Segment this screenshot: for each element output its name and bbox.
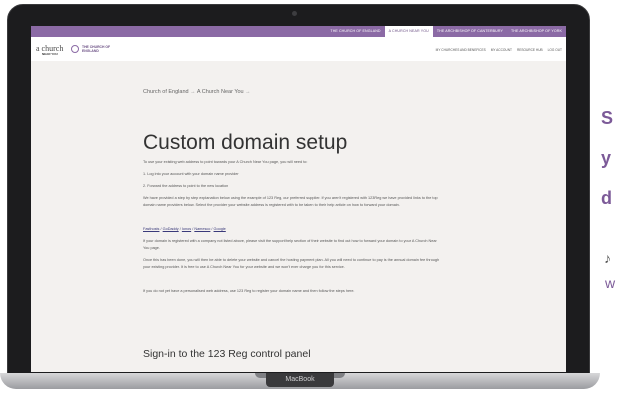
step-2: 2. Forward the address to point to the n… bbox=[143, 184, 229, 188]
provider-link[interactable]: Fasthosts bbox=[143, 227, 159, 231]
page-title: Custom domain setup bbox=[143, 131, 348, 154]
promo-line: y bbox=[601, 148, 612, 168]
unlisted-provider-paragraph: If your domain is registered with a comp… bbox=[143, 239, 437, 250]
provider-link[interactable]: Google bbox=[214, 227, 226, 231]
provider-link[interactable]: GoDaddy bbox=[163, 227, 179, 231]
top-tab[interactable]: A CHURCH NEAR YOU bbox=[384, 26, 433, 37]
explanation-paragraph: We have provided a step by step explanat… bbox=[143, 196, 438, 207]
promo-small-text: w bbox=[605, 275, 616, 291]
top-tab[interactable]: THE ARCHBISHOP OF YORK bbox=[507, 26, 566, 37]
top-navigation: THE CHURCH OF ENGLAND A CHURCH NEAR YOU TH… bbox=[31, 26, 566, 37]
step-1: 1. Log into your account with your domai… bbox=[143, 172, 239, 176]
camera-dot bbox=[292, 11, 297, 16]
breadcrumb-item[interactable]: A Church Near You bbox=[197, 89, 244, 95]
achurch-logo[interactable]: a church NEAR YOU bbox=[36, 44, 63, 56]
provider-link[interactable]: Ionos bbox=[182, 227, 191, 231]
laptop-screen: THE CHURCH OF ENGLAND A CHURCH NEAR YOU TH… bbox=[31, 26, 566, 372]
header-link[interactable]: RESOURCE HUB bbox=[517, 48, 543, 52]
provider-link[interactable]: Namesco bbox=[194, 227, 210, 231]
laptop-lid: THE CHURCH OF ENGLAND A CHURCH NEAR YOU TH… bbox=[7, 4, 590, 378]
coe-logo-text[interactable]: THE CHURCH OF ENGLAND bbox=[82, 45, 122, 53]
top-tab[interactable]: THE ARCHBISHOP OF CANTERBURY bbox=[433, 26, 507, 37]
promo-line: d bbox=[601, 188, 612, 208]
header-link[interactable]: LOG OUT bbox=[548, 48, 562, 52]
provider-links: Fasthosts / GoDaddy / Ionos / Namesco / … bbox=[143, 227, 226, 231]
top-tab[interactable]: THE CHURCH OF ENGLAND bbox=[326, 26, 384, 37]
breadcrumb-item[interactable]: Church of England bbox=[143, 89, 189, 95]
music-note-icon: ♪ bbox=[604, 250, 611, 266]
promo-line: S bbox=[601, 108, 614, 128]
site-header: a church NEAR YOU THE CHURCH OF ENGLAND … bbox=[31, 37, 566, 61]
header-links: MY CHURCHES AND BENEFICES MY ACCOUNT RESOU… bbox=[436, 48, 562, 52]
breadcrumb: Church of England → A Church Near You → bbox=[143, 89, 251, 95]
header-link[interactable]: MY CHURCHES AND BENEFICES bbox=[436, 48, 486, 52]
coe-crest-icon bbox=[71, 45, 79, 53]
top-nav-tabs: THE CHURCH OF ENGLAND A CHURCH NEAR YOU TH… bbox=[326, 26, 566, 37]
main-content: Church of England → A Church Near You → … bbox=[31, 61, 566, 372]
intro-paragraph: To use your existing web address to poin… bbox=[143, 160, 308, 164]
register-paragraph: If you do not yet have a personalised we… bbox=[143, 289, 355, 293]
after-forward-paragraph: Once this has been done, you will then b… bbox=[143, 258, 440, 269]
logo-sub: NEAR YOU bbox=[42, 52, 58, 56]
header-link[interactable]: MY ACCOUNT bbox=[491, 48, 512, 52]
section-heading: Sign-in to the 123 Reg control panel bbox=[143, 348, 311, 360]
laptop-brand-label: MacBook bbox=[266, 373, 334, 387]
